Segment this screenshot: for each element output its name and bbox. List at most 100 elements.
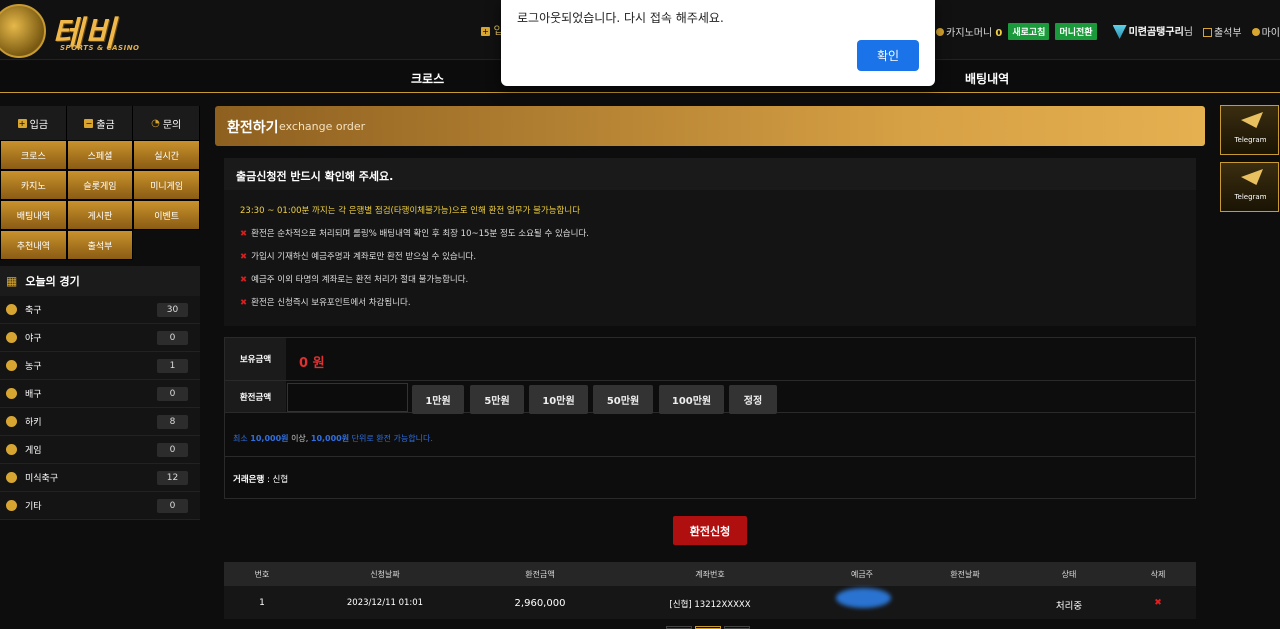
col-date: 신청날짜 xyxy=(370,570,400,579)
page-title: 환전하기 xyxy=(227,120,279,136)
attendance-link[interactable]: 출석부 xyxy=(1202,24,1242,39)
amount-input[interactable] xyxy=(287,383,408,412)
sport-row-baseball[interactable]: 야구 0 xyxy=(0,324,200,352)
logo-subtitle: SPORTS & CASINO xyxy=(60,44,140,52)
amount-1m-button[interactable]: 100만원 xyxy=(659,385,724,414)
sport-row-basketball[interactable]: 농구 1 xyxy=(0,352,200,380)
plus-icon: + xyxy=(17,118,27,128)
chat-icon: ◔ xyxy=(151,117,160,129)
table-row: 1 2023/12/11 01:01 2,960,000 [신협] 13212X… xyxy=(224,586,1196,619)
exchange-form: 보유금액 0 원 환전금액 1만원 5만원 10만원 50만원 100만원 정정… xyxy=(224,337,1196,499)
amount-500k-button[interactable]: 50만원 xyxy=(593,385,653,414)
sidebar-grid-empty xyxy=(133,230,200,260)
banner-caption: Telegram xyxy=(1234,193,1267,201)
col-holder: 예금주 xyxy=(850,570,874,579)
sidebar-item-slot[interactable]: 슬롯게임 xyxy=(66,170,134,200)
x-mark-icon: ✖ xyxy=(240,252,248,262)
sport-row-other[interactable]: 기타 0 xyxy=(0,492,200,520)
col-account: 계좌번호 xyxy=(695,570,725,579)
sport-count: 1 xyxy=(157,359,188,373)
x-mark-icon: ✖ xyxy=(240,275,248,285)
amount-reset-button[interactable]: 정정 xyxy=(729,385,777,414)
min-amount-note: 최소 10,000원 이상, 10,000원 단위로 환전 가능합니다. xyxy=(233,434,433,443)
amount-label: 환전금액 xyxy=(225,381,286,412)
user-info[interactable]: 미련곰탱구리님 xyxy=(1112,23,1193,39)
table-header: 번호 신청날짜 환전금액 계좌번호 예금주 환전날짜 상태 삭제 xyxy=(224,562,1196,586)
exchange-apply-button[interactable]: 환전신청 xyxy=(673,516,747,545)
sport-row-hockey[interactable]: 하키 8 xyxy=(0,408,200,436)
sport-count: 12 xyxy=(157,471,188,485)
hold-row: 보유금액 0 원 xyxy=(225,338,1195,381)
x-mark-icon: ✖ xyxy=(240,229,248,239)
refresh-button[interactable]: 새로고침 xyxy=(1008,22,1050,40)
sidebar-deposit[interactable]: + 입금 xyxy=(0,106,67,140)
notice-line: ✖ 환전은 신청즉시 보유포인트에서 차감됩니다. xyxy=(240,298,411,308)
minus-icon: − xyxy=(84,118,94,128)
logout-alert-dialog: 로그아웃되었습니다. 다시 접속 해주세요. 확인 xyxy=(501,0,935,86)
football-icon xyxy=(6,472,17,483)
sidebar-item-attendance[interactable]: 출석부 xyxy=(66,230,134,260)
sidebar-item-live[interactable]: 실시간 xyxy=(133,140,200,170)
hockey-icon xyxy=(6,416,17,427)
x-mark-icon: ✖ xyxy=(240,298,248,308)
money-convert-button[interactable]: 머니전환 xyxy=(1055,22,1097,40)
sport-count: 8 xyxy=(157,415,188,429)
level-badge-icon xyxy=(1112,25,1127,39)
coin-icon xyxy=(936,27,945,36)
sidebar-item-board[interactable]: 게시판 xyxy=(66,200,134,230)
banner-caption: Telegram xyxy=(1234,136,1267,144)
col-status: 상태 xyxy=(1061,570,1077,579)
hold-label: 보유금액 xyxy=(225,338,286,380)
sidebar-item-event[interactable]: 이벤트 xyxy=(133,200,200,230)
amount-10k-button[interactable]: 1만원 xyxy=(412,385,464,414)
telegram-icon xyxy=(1241,112,1263,128)
flag-icon xyxy=(6,500,17,511)
min-note-row: 최소 10,000원 이상, 10,000원 단위로 환전 가능합니다. xyxy=(225,413,1195,457)
sport-row-volleyball[interactable]: 배구 0 xyxy=(0,380,200,408)
sidebar-item-special[interactable]: 스페셜 xyxy=(66,140,134,170)
delete-icon[interactable]: ✖ xyxy=(1154,598,1162,608)
sport-count: 0 xyxy=(157,499,188,513)
cell-status: 처리중 xyxy=(1055,601,1083,612)
logo-emblem-icon xyxy=(0,4,46,58)
telegram-banner[interactable]: Telegram xyxy=(1220,105,1279,155)
sidebar-item-referral[interactable]: 추천내역 xyxy=(0,230,67,260)
telegram-icon xyxy=(1241,169,1263,185)
amount-100k-button[interactable]: 10만원 xyxy=(529,385,588,414)
sidebar-item-bet-history[interactable]: 배팅내역 xyxy=(0,200,67,230)
site-logo[interactable]: 테비 SPORTS & CASINO xyxy=(0,2,140,58)
sport-count: 0 xyxy=(157,331,188,345)
notice-line: ✖ 환전은 순차적으로 처리되며 롤링% 배팅내역 확인 후 최장 10~15분 … xyxy=(240,229,589,239)
col-delete: 삭제 xyxy=(1150,570,1166,579)
sidebar-withdraw[interactable]: − 출금 xyxy=(67,106,134,140)
notice-line: ✖ 예금주 이외 타명의 계좌로는 환전 처리가 절대 불가능합니다. xyxy=(240,275,469,285)
calendar-icon: ▦ xyxy=(6,274,18,288)
nav-betting-history[interactable]: 배팅내역 xyxy=(965,70,1009,87)
plus-icon: + xyxy=(481,27,490,36)
mypage-link[interactable]: 마이 xyxy=(1251,24,1280,39)
col-exchange-date: 환전날짜 xyxy=(950,570,980,579)
sport-row-football[interactable]: 미식축구 12 xyxy=(0,464,200,492)
sidebar-menu-grid: 크로스 스페셜 실시간 카지노 슬롯게임 미니게임 배팅내역 게시판 이벤트 추… xyxy=(0,140,200,260)
sport-row-esports[interactable]: 게임 0 xyxy=(0,436,200,464)
casino-money: 카지노머니 0 xyxy=(936,24,1002,39)
sport-count: 0 xyxy=(157,443,188,457)
sidebar-item-casino[interactable]: 카지노 xyxy=(0,170,67,200)
col-amount: 환전금액 xyxy=(525,570,555,579)
sport-row-soccer[interactable]: 축구 30 xyxy=(0,296,200,324)
nav-cross[interactable]: 크로스 xyxy=(411,70,444,87)
telegram-banner[interactable]: Telegram xyxy=(1220,162,1279,212)
cell-account: [신협] 13212XXXXX xyxy=(669,600,751,610)
amount-50k-button[interactable]: 5만원 xyxy=(470,385,524,414)
page: 테비 SPORTS & CASINO + 입 카지노머니 0 새로고침 머니전환… xyxy=(0,0,1280,629)
sidebar-item-cross[interactable]: 크로스 xyxy=(0,140,67,170)
notice-line: ✖ 가입시 기재하신 예금주명과 계좌로만 환전 받으실 수 있습니다. xyxy=(240,252,477,262)
dialog-ok-button[interactable]: 확인 xyxy=(857,40,919,71)
notice-line: 23:30 ~ 01:00분 까지는 각 은행별 점검(타행이체불가능)으로 인… xyxy=(240,206,581,216)
cell-amount: 2,960,000 xyxy=(514,598,566,609)
bank-info: 거래은행 : 신협 xyxy=(233,475,289,485)
sport-count: 30 xyxy=(157,303,188,317)
sidebar-inquiry[interactable]: ◔ 문의 xyxy=(133,106,201,140)
sidebar-item-minigame[interactable]: 미니게임 xyxy=(133,170,200,200)
game-icon xyxy=(6,444,17,455)
